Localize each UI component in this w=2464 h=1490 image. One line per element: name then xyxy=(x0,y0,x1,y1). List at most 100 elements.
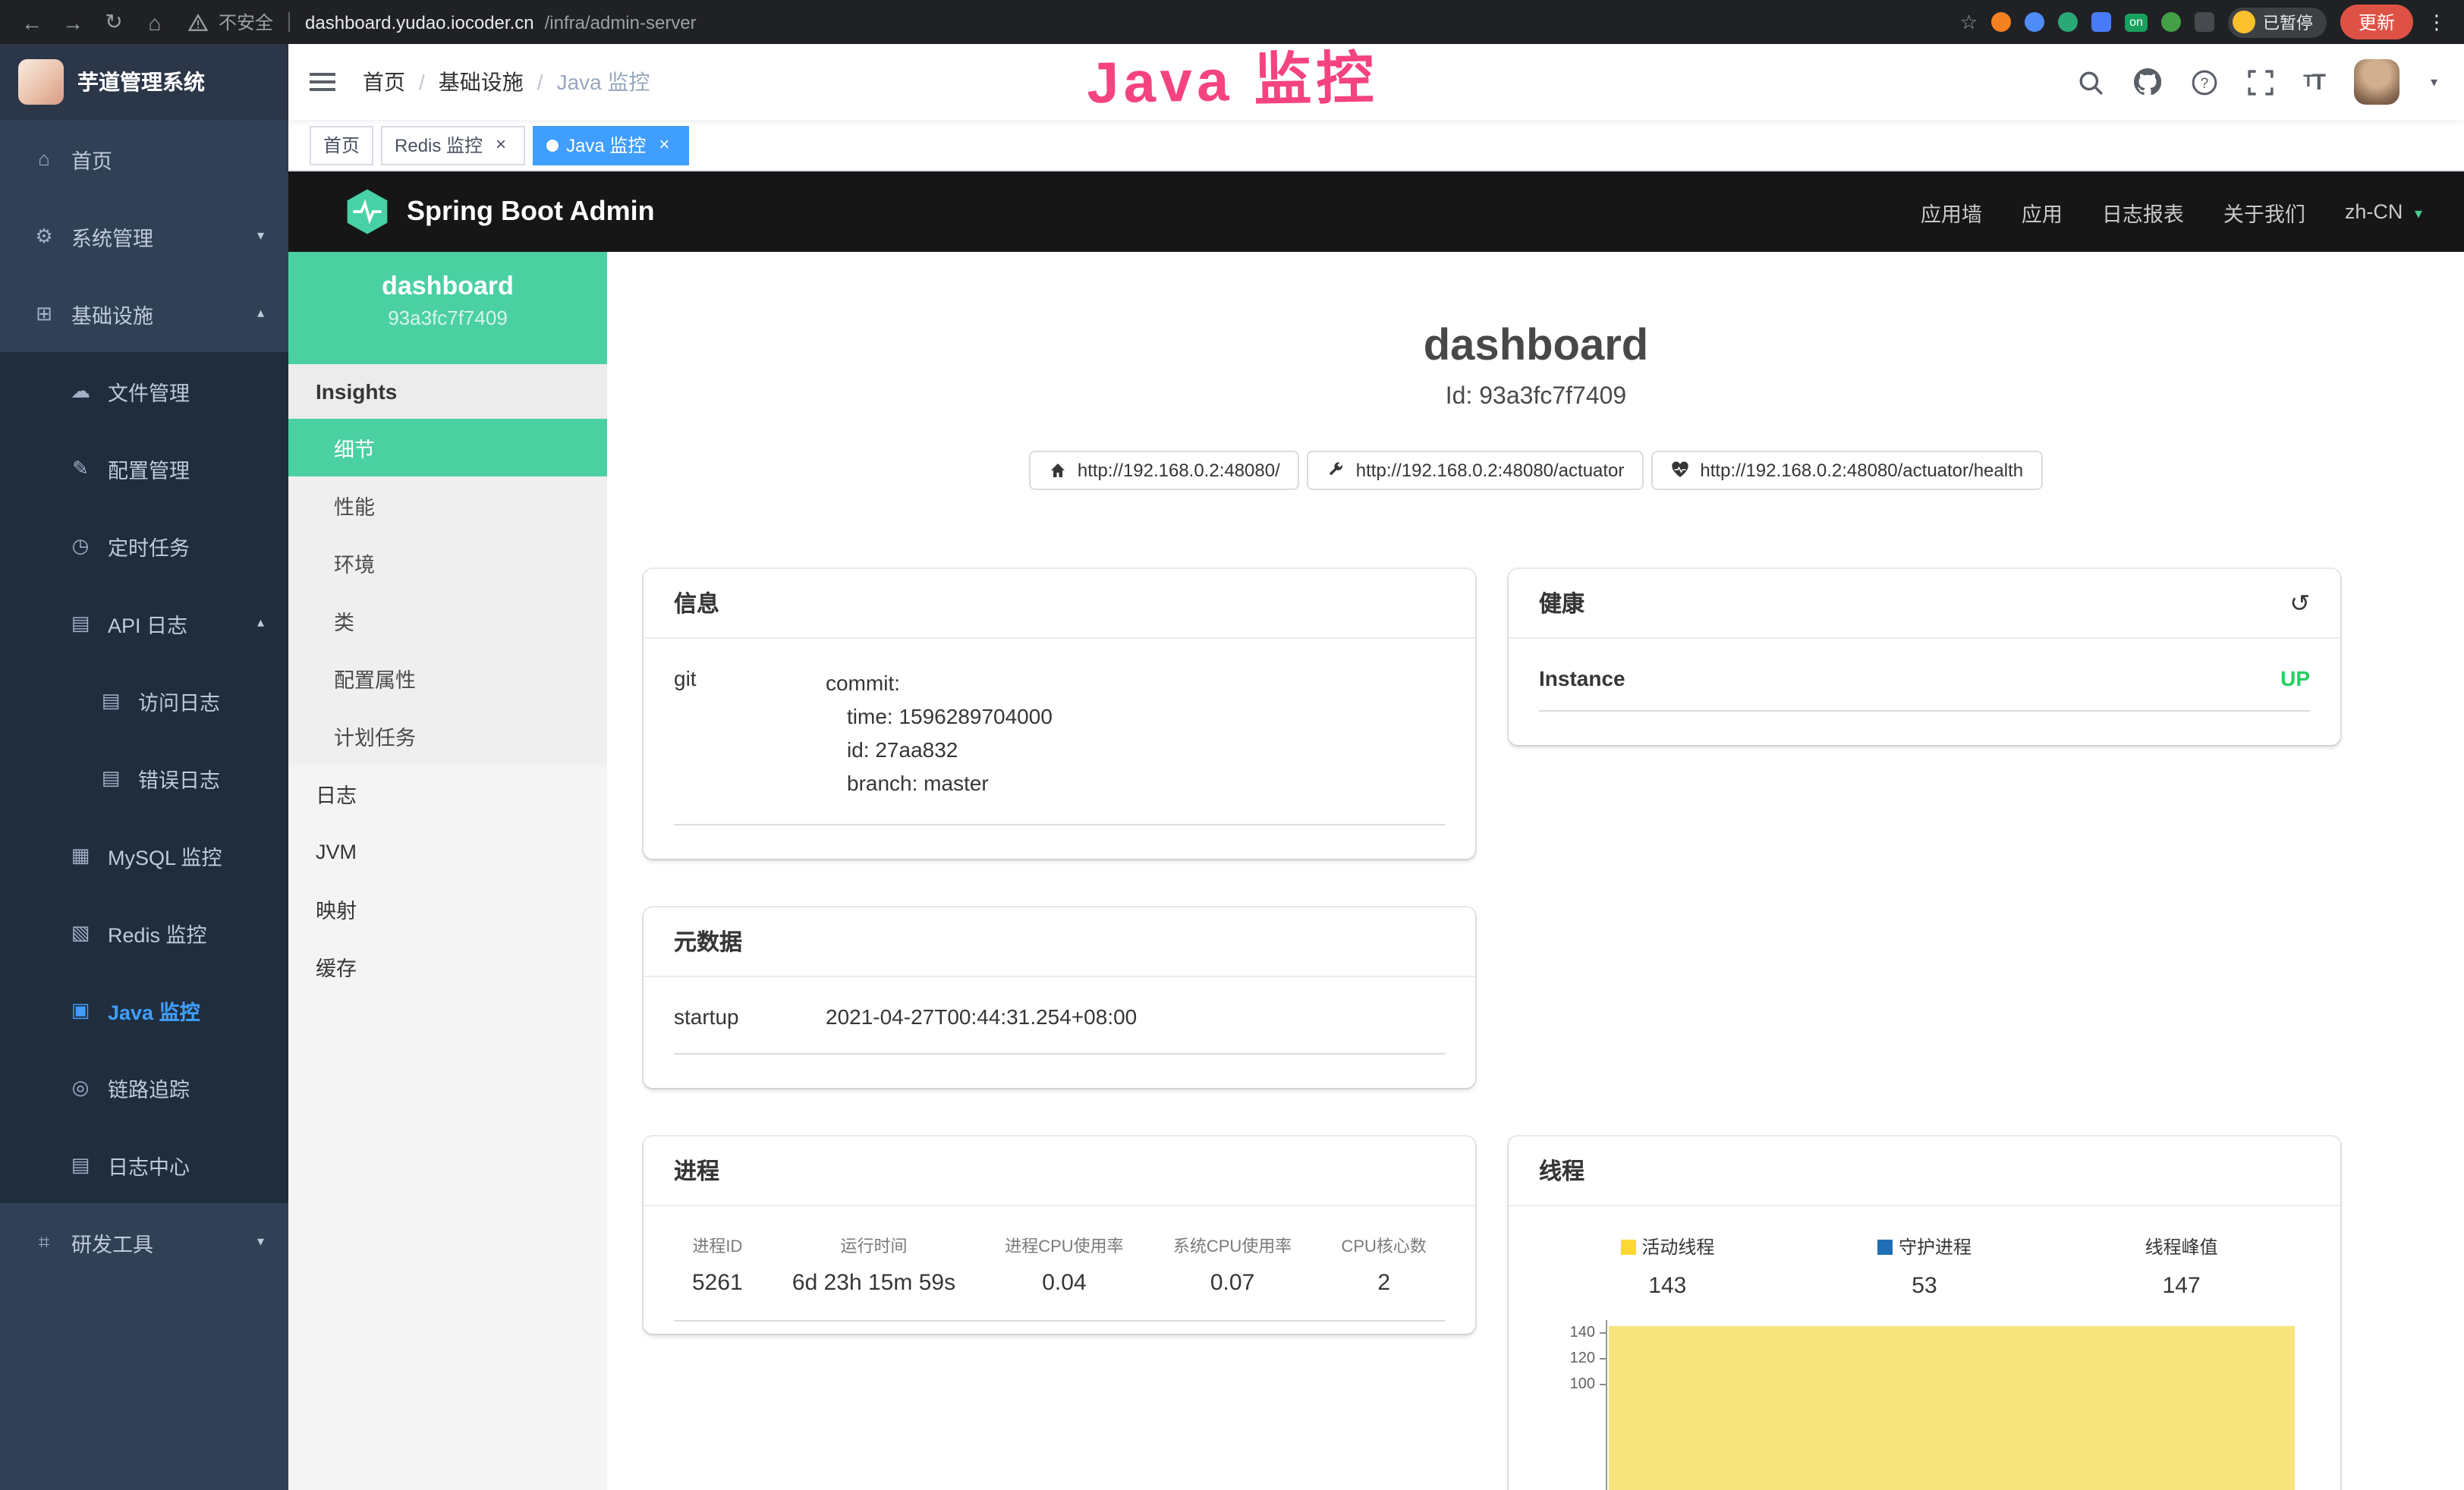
info-value: commit: time: 1596289704000 id: 27aa832 … xyxy=(826,666,1053,800)
history-icon[interactable]: ↺ xyxy=(2289,588,2310,618)
main-column: 首页 / 基础设施 / Java 监控 ? TT xyxy=(288,44,2464,1490)
sidebar-item-system-mgmt[interactable]: ⚙ 系统管理 ▾ xyxy=(0,197,288,275)
close-icon[interactable]: × xyxy=(653,134,675,156)
sidebar-item-infrastructure[interactable]: ⊞ 基础设施 ▴ xyxy=(0,275,288,352)
chevron-down-icon: ▾ xyxy=(257,1234,264,1250)
clock-icon: ◷ xyxy=(64,533,97,558)
reload-button[interactable]: ↻ xyxy=(100,9,127,35)
bookmark-star-icon[interactable]: ☆ xyxy=(1960,10,1978,34)
sba-nav-journal[interactable]: 日志报表 xyxy=(2102,196,2184,227)
sba-section-insights[interactable]: Insights xyxy=(288,364,607,419)
sba-item-details[interactable]: 细节 xyxy=(288,419,607,476)
back-button[interactable]: ← xyxy=(18,10,46,34)
status-badge: UP xyxy=(2280,666,2310,690)
active-tab-dot xyxy=(546,139,559,151)
search-icon[interactable] xyxy=(2077,69,2103,95)
sidebar-item-api-logs[interactable]: ▤ API 日志 ▴ xyxy=(0,584,288,662)
chrome-update-button[interactable]: 更新 xyxy=(2340,5,2413,39)
info-git-row: git commit: time: 1596289704000 id: 27aa… xyxy=(674,666,1445,825)
browser-home-button[interactable]: ⌂ xyxy=(141,10,168,34)
sba-brand[interactable]: Spring Boot Admin xyxy=(346,188,655,235)
tag-redis-monitor[interactable]: Redis 监控 × xyxy=(381,125,525,165)
forward-button[interactable]: → xyxy=(59,10,87,34)
github-icon[interactable] xyxy=(2133,68,2160,96)
sba-nav-about[interactable]: 关于我们 xyxy=(2223,196,2305,227)
metadata-startup-row: startup 2021-04-27T00:44:31.254+08:00 xyxy=(674,1004,1445,1055)
tags-view: 首页 Redis 监控 × Java 监控 × xyxy=(288,120,2464,171)
browser-menu-icon[interactable]: ⋮ xyxy=(2427,10,2447,34)
extension-icon-2[interactable] xyxy=(2025,12,2044,32)
hamburger-icon[interactable] xyxy=(310,73,335,91)
sidebar-item-mysql-monitor[interactable]: ▦ MySQL 监控 xyxy=(0,816,288,894)
sidebar-item-redis-monitor[interactable]: ▧ Redis 监控 xyxy=(0,894,288,971)
sba-item-environment[interactable]: 环境 xyxy=(288,534,607,592)
metadata-card: 元数据 startup 2021-04-27T00:44:31.254+08:0… xyxy=(644,907,1475,1088)
sba-item-logs[interactable]: 日志 xyxy=(288,765,607,822)
health-instance-label: Instance xyxy=(1539,666,1625,690)
sba-brand-name: Spring Boot Admin xyxy=(407,196,655,228)
profile-avatar xyxy=(2233,11,2255,33)
home-icon: ⌂ xyxy=(27,147,61,170)
tag-home[interactable]: 首页 xyxy=(310,125,373,165)
doc-icon: ▤ xyxy=(64,1152,97,1177)
breadcrumb-current: Java 监控 xyxy=(557,67,650,97)
extension-icon-1[interactable] xyxy=(1991,12,2011,32)
sidebar-item-scheduled-tasks[interactable]: ◷ 定时任务 xyxy=(0,507,288,584)
sidebar-item-log-center[interactable]: ▤ 日志中心 xyxy=(0,1126,288,1203)
address-bar[interactable]: 不安全 dashboard.yudao.iocoder.cn/infra/adm… xyxy=(188,9,697,35)
link-health-url[interactable]: http://192.168.0.2:48080/actuator/health xyxy=(1651,451,2043,490)
sba-nav-applications[interactable]: 应用 xyxy=(2022,196,2063,227)
sidebar-item-error-logs[interactable]: ▤ 错误日志 xyxy=(0,739,288,816)
extension-icon-3[interactable] xyxy=(2058,12,2078,32)
threads-chart-plot xyxy=(1606,1320,2295,1490)
sba-body: dashboard 93a3fc7f7409 Insights 细节 性能 环境… xyxy=(288,252,2464,1490)
omnibox-divider xyxy=(288,12,290,32)
sba-item-performance[interactable]: 性能 xyxy=(288,476,607,534)
breadcrumb-home[interactable]: 首页 xyxy=(363,67,405,97)
doc-icon: ▤ xyxy=(94,765,127,790)
sidebar-item-java-monitor[interactable]: ▣ Java 监控 xyxy=(0,971,288,1048)
instance-header[interactable]: dashboard 93a3fc7f7409 xyxy=(288,252,607,364)
close-icon[interactable]: × xyxy=(490,134,511,156)
sidebar-item-home[interactable]: ⌂ 首页 xyxy=(0,120,288,197)
breadcrumb: 首页 / 基础设施 / Java 监控 xyxy=(363,67,650,97)
sidebar-item-access-logs[interactable]: ▤ 访问日志 xyxy=(0,662,288,739)
sba-item-classes[interactable]: 类 xyxy=(288,592,607,649)
sidebar-item-file-mgmt[interactable]: ☁ 文件管理 xyxy=(0,352,288,429)
sba-content: dashboard Id: 93a3fc7f7409 http://192.16… xyxy=(607,252,2464,1490)
extension-icon-5[interactable] xyxy=(2161,12,2181,32)
fullscreen-icon[interactable] xyxy=(2247,69,2273,95)
doc-icon: ▤ xyxy=(94,688,127,712)
log-icon: ▤ xyxy=(64,611,97,635)
profile-paused-badge[interactable]: 已暂停 xyxy=(2228,7,2327,37)
sidebar-item-config-mgmt[interactable]: ✎ 配置管理 xyxy=(0,429,288,507)
sba-item-caches[interactable]: 缓存 xyxy=(288,938,607,995)
sidebar-item-trace[interactable]: ◎ 链路追踪 xyxy=(0,1048,288,1126)
sba-item-mappings[interactable]: 映射 xyxy=(288,880,607,938)
page-subtitle: Id: 93a3fc7f7409 xyxy=(607,384,2464,411)
sba-item-config-props[interactable]: 配置属性 xyxy=(288,649,607,707)
insights-submenu: 细节 性能 环境 类 配置属性 计划任务 xyxy=(288,419,607,765)
font-size-icon[interactable]: TT xyxy=(2303,69,2324,95)
user-avatar[interactable] xyxy=(2355,59,2400,105)
extension-on-badge[interactable]: on xyxy=(2125,13,2148,31)
home-icon xyxy=(1049,461,1067,479)
help-icon[interactable]: ? xyxy=(2191,69,2217,95)
avatar-caret-icon[interactable]: ▾ xyxy=(2431,74,2437,90)
tag-java-monitor[interactable]: Java 监控 × xyxy=(533,125,688,165)
extension-icon-4[interactable] xyxy=(2091,12,2111,32)
link-service-url[interactable]: http://192.168.0.2:48080/ xyxy=(1029,451,1300,490)
sba-locale-select[interactable]: zh-CN ▾ xyxy=(2345,200,2422,223)
instance-name: dashboard xyxy=(288,272,607,302)
breadcrumb-infrastructure[interactable]: 基础设施 xyxy=(439,67,524,97)
navbar-tools: ? TT ▾ xyxy=(2077,59,2437,105)
sba-item-scheduled[interactable]: 计划任务 xyxy=(288,707,607,765)
extension-puzzle-icon[interactable] xyxy=(2195,12,2214,32)
app-logo-row[interactable]: 芋道管理系统 xyxy=(0,44,288,120)
admin-sidebar: 芋道管理系统 ⌂ 首页 ⚙ 系统管理 ▾ ⊞ 基础设施 ▴ ☁ 文件管理 ✎ 配… xyxy=(0,44,288,1490)
url-host: dashboard.yudao.iocoder.cn xyxy=(305,11,534,33)
link-actuator-url[interactable]: http://192.168.0.2:48080/actuator xyxy=(1308,451,1644,490)
sba-item-jvm[interactable]: JVM xyxy=(288,822,607,880)
sba-nav-wallboard[interactable]: 应用墙 xyxy=(1921,196,1982,227)
sidebar-item-dev-tools[interactable]: ⌗ 研发工具 ▾ xyxy=(0,1203,288,1281)
